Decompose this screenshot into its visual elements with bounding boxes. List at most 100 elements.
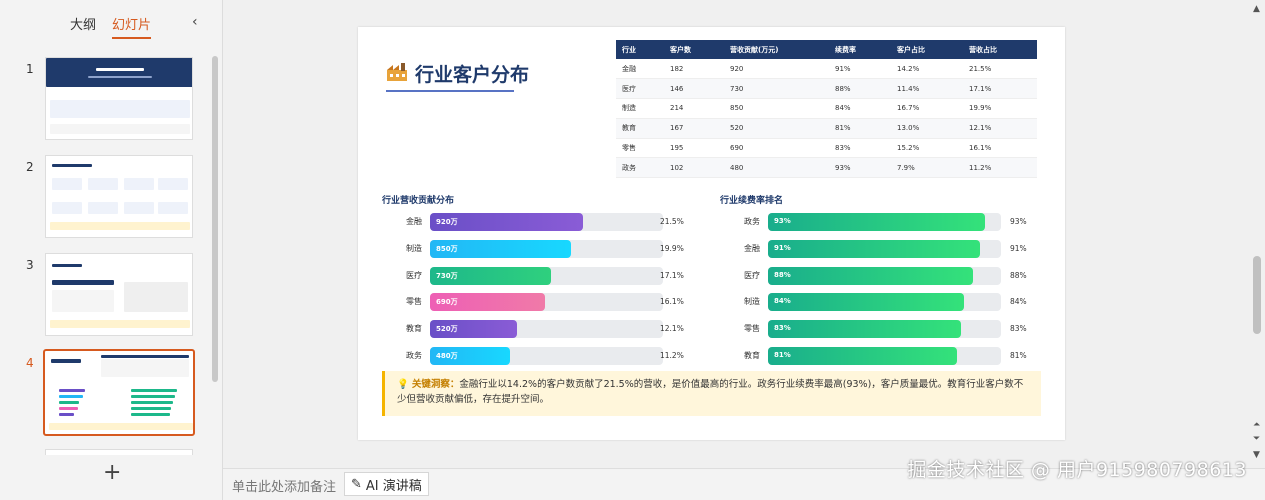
bar-row: 制造 850万 19.9% bbox=[380, 239, 710, 258]
bar-row: 教育 520万 12.1% bbox=[380, 320, 710, 339]
tab-outline[interactable]: 大纲 bbox=[70, 14, 96, 39]
title-underline bbox=[386, 90, 514, 92]
bar-row: 金融 920万 21.5% bbox=[380, 213, 710, 231]
bar-value-label: 16.1% bbox=[660, 297, 684, 307]
insight-label: 关键洞察： bbox=[411, 379, 460, 390]
table-row: 制造 214 850 84% 16.7% 19.9% bbox=[616, 98, 1037, 119]
slide-thumbnail-1[interactable] bbox=[45, 57, 193, 140]
table-cell: 11.4% bbox=[891, 78, 963, 100]
bar: 84% bbox=[768, 293, 964, 312]
bar: 730万 bbox=[430, 266, 552, 285]
slide-canvas[interactable]: 行业客户分布 行业 客户数 营收贡献(万元) 续费率 客户占比 营收占比 金融 1… bbox=[358, 27, 1065, 440]
tab-slides[interactable]: 幻灯片 bbox=[112, 14, 152, 39]
slide-number: 4 bbox=[26, 356, 34, 370]
slide-thumbnail-2[interactable] bbox=[45, 155, 193, 238]
next-page-icon[interactable]: ⏷ bbox=[1253, 434, 1260, 444]
table-header: 营收贡献(万元) bbox=[724, 40, 829, 59]
bar-row: 政务 480万 11.2% bbox=[380, 347, 710, 365]
table-cell: 17.1% bbox=[963, 78, 1037, 100]
add-slide-button[interactable]: + bbox=[103, 460, 121, 485]
slide-number: 2 bbox=[26, 160, 34, 174]
table-cell: 81% bbox=[829, 118, 891, 139]
revenue-chart-title: 行业营收贡献分布 bbox=[382, 196, 455, 206]
table-row: 金融 182 920 91% 14.2% 21.5% bbox=[616, 59, 1037, 80]
table-cell: 医疗 bbox=[616, 78, 664, 100]
table-cell: 金融 bbox=[616, 59, 664, 80]
bar: 81% bbox=[768, 347, 957, 365]
table-row: 零售 195 690 83% 15.2% 16.1% bbox=[616, 138, 1037, 159]
bar-category-label: 制造 bbox=[744, 297, 760, 307]
table-cell: 14.2% bbox=[891, 59, 963, 80]
bar-row: 零售 83% 83% bbox=[718, 320, 1048, 339]
bar-value-label: 84% bbox=[1010, 297, 1027, 307]
table-cell: 16.7% bbox=[891, 98, 963, 119]
bar-row: 教育 81% 81% bbox=[718, 347, 1048, 365]
bar-value-label: 19.9% bbox=[660, 243, 684, 253]
table-cell: 214 bbox=[664, 98, 724, 119]
panel-scrollbar[interactable] bbox=[212, 56, 218, 382]
bar-track: 480万 bbox=[430, 347, 663, 365]
bar-track: 83% bbox=[768, 320, 1001, 339]
renewal-chart-title: 行业续费率排名 bbox=[720, 196, 784, 206]
table-cell: 13.0% bbox=[891, 118, 963, 139]
table-cell: 政务 bbox=[616, 157, 664, 179]
factory-icon bbox=[387, 63, 407, 81]
bar-category-label: 政务 bbox=[744, 217, 760, 226]
table-cell: 520 bbox=[724, 118, 829, 139]
bar-row: 零售 690万 16.1% bbox=[380, 293, 710, 312]
bar-inner-label: 84% bbox=[774, 297, 791, 306]
bar-track: 690万 bbox=[430, 293, 663, 312]
table-cell: 850 bbox=[724, 98, 829, 119]
prev-page-icon[interactable]: ⏶ bbox=[1253, 420, 1260, 430]
bar-value-label: 12.1% bbox=[660, 324, 684, 334]
ai-speech-button[interactable]: ✎ AI 演讲稿 bbox=[344, 472, 429, 496]
bar: 850万 bbox=[430, 239, 572, 258]
insight-box: 💡 关键洞察：金融行业以14.2%的客户数贡献了21.5%的营收，是价值最高的行… bbox=[382, 371, 1041, 416]
notes-input[interactable]: 单击此处添加备注 bbox=[232, 476, 336, 495]
editor-scrollbar[interactable] bbox=[1253, 256, 1261, 334]
bar-row: 制造 84% 84% bbox=[718, 293, 1048, 312]
bar-value-label: 91% bbox=[1010, 243, 1027, 253]
bar-track: 84% bbox=[768, 293, 1001, 312]
bar-track: 730万 bbox=[430, 266, 663, 285]
watermark-text: 掘金技术社区 @ 用户915980798613 bbox=[907, 459, 1247, 481]
table-cell: 84% bbox=[829, 98, 891, 119]
bar-value-label: 11.2% bbox=[660, 351, 684, 360]
collapse-panel-icon[interactable]: ‹ bbox=[192, 14, 198, 30]
bar-category-label: 零售 bbox=[744, 324, 760, 334]
scroll-up-icon[interactable]: ▲ bbox=[1253, 4, 1260, 14]
table-cell: 167 bbox=[664, 118, 724, 139]
scroll-down-icon[interactable]: ▼ bbox=[1253, 450, 1260, 460]
bar-track: 81% bbox=[768, 347, 1001, 365]
table-row: 教育 167 520 81% 13.0% 12.1% bbox=[616, 118, 1037, 139]
ai-speech-label: AI 演讲稿 bbox=[365, 478, 422, 494]
bar-track: 93% bbox=[768, 213, 1001, 231]
table-cell: 19.9% bbox=[963, 98, 1037, 119]
table-cell: 12.1% bbox=[963, 118, 1037, 139]
bar: 91% bbox=[768, 239, 981, 258]
table-cell: 102 bbox=[664, 157, 724, 179]
bar-value-label: 93% bbox=[1010, 217, 1027, 226]
table-cell: 91% bbox=[829, 59, 891, 80]
bar-track: 520万 bbox=[430, 320, 663, 339]
table-cell: 146 bbox=[664, 78, 724, 100]
lightbulb-icon: 💡 bbox=[397, 379, 409, 390]
slide-thumbnail-4[interactable] bbox=[43, 349, 195, 436]
bar-value-label: 21.5% bbox=[660, 217, 684, 226]
bar-value-label: 17.1% bbox=[660, 270, 684, 280]
bar-category-label: 教育 bbox=[406, 324, 422, 334]
table-cell: 182 bbox=[664, 59, 724, 80]
slide-thumbnail-3[interactable] bbox=[45, 253, 193, 336]
table-cell: 195 bbox=[664, 138, 724, 159]
table-row: 政务 102 480 93% 7.9% 11.2% bbox=[616, 157, 1037, 179]
table-cell: 88% bbox=[829, 78, 891, 100]
table-cell: 11.2% bbox=[963, 157, 1037, 179]
bar-track: 91% bbox=[768, 239, 1001, 258]
table-row: 医疗 146 730 88% 11.4% 17.1% bbox=[616, 78, 1037, 100]
bar-inner-label: 850万 bbox=[436, 244, 458, 253]
bar: 690万 bbox=[430, 293, 545, 312]
industry-table: 行业 客户数 营收贡献(万元) 续费率 客户占比 营收占比 金融 182 920 91… bbox=[616, 40, 1037, 179]
bar-inner-label: 690万 bbox=[436, 298, 458, 307]
bar-track: 88% bbox=[768, 266, 1001, 285]
slide-thumbnail-5-partial[interactable] bbox=[45, 449, 193, 455]
